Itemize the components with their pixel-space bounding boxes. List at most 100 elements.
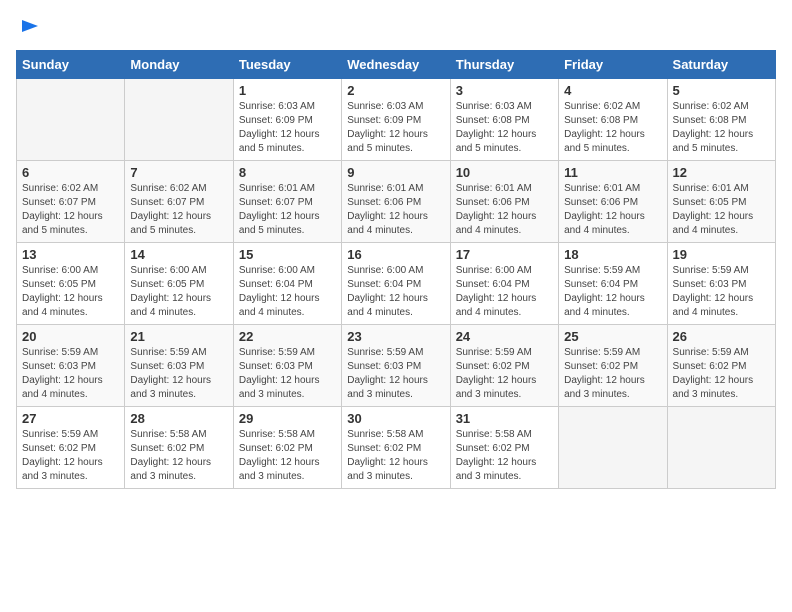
calendar-cell: 28 Sunrise: 5:58 AM Sunset: 6:02 PM Dayli… (125, 407, 233, 489)
day-info: Sunrise: 6:01 AM Sunset: 6:05 PM Dayligh… (673, 182, 770, 238)
calendar-cell: 4 Sunrise: 6:02 AM Sunset: 6:08 PM Daylig… (559, 79, 667, 161)
day-info: Sunrise: 6:00 AM Sunset: 6:05 PM Dayligh… (22, 264, 119, 320)
calendar-cell: 12 Sunrise: 6:01 AM Sunset: 6:05 PM Dayli… (667, 161, 775, 243)
day-number: 16 (347, 247, 444, 262)
day-number: 3 (456, 83, 553, 98)
day-info: Sunrise: 5:59 AM Sunset: 6:03 PM Dayligh… (347, 346, 444, 402)
day-info: Sunrise: 6:01 AM Sunset: 6:06 PM Dayligh… (347, 182, 444, 238)
day-number: 21 (130, 329, 227, 344)
day-number: 14 (130, 247, 227, 262)
day-number: 28 (130, 411, 227, 426)
calendar-cell: 9 Sunrise: 6:01 AM Sunset: 6:06 PM Daylig… (342, 161, 450, 243)
day-info: Sunrise: 5:58 AM Sunset: 6:02 PM Dayligh… (456, 428, 553, 484)
day-info: Sunrise: 6:03 AM Sunset: 6:08 PM Dayligh… (456, 100, 553, 156)
calendar-cell: 13 Sunrise: 6:00 AM Sunset: 6:05 PM Dayli… (17, 243, 125, 325)
calendar-cell: 1 Sunrise: 6:03 AM Sunset: 6:09 PM Daylig… (233, 79, 341, 161)
day-number: 18 (564, 247, 661, 262)
day-info: Sunrise: 6:01 AM Sunset: 6:07 PM Dayligh… (239, 182, 336, 238)
day-number: 11 (564, 165, 661, 180)
calendar-table: SundayMondayTuesdayWednesdayThursdayFrid… (16, 50, 776, 489)
calendar-cell (125, 79, 233, 161)
calendar-cell: 8 Sunrise: 6:01 AM Sunset: 6:07 PM Daylig… (233, 161, 341, 243)
day-number: 30 (347, 411, 444, 426)
day-info: Sunrise: 6:01 AM Sunset: 6:06 PM Dayligh… (456, 182, 553, 238)
day-number: 7 (130, 165, 227, 180)
day-info: Sunrise: 6:02 AM Sunset: 6:08 PM Dayligh… (564, 100, 661, 156)
calendar-cell: 7 Sunrise: 6:02 AM Sunset: 6:07 PM Daylig… (125, 161, 233, 243)
day-number: 25 (564, 329, 661, 344)
calendar-cell: 24Sunrise: 5:59 AM Sunset: 6:02 PM Dayli… (450, 325, 558, 407)
day-number: 31 (456, 411, 553, 426)
day-info: Sunrise: 6:02 AM Sunset: 6:07 PM Dayligh… (22, 182, 119, 238)
day-info: Sunrise: 6:03 AM Sunset: 6:09 PM Dayligh… (239, 100, 336, 156)
day-info: Sunrise: 5:59 AM Sunset: 6:03 PM Dayligh… (239, 346, 336, 402)
day-number: 20 (22, 329, 119, 344)
calendar-cell: 22Sunrise: 5:59 AM Sunset: 6:03 PM Dayli… (233, 325, 341, 407)
day-number: 19 (673, 247, 770, 262)
header (16, 16, 776, 38)
calendar-cell: 16 Sunrise: 6:00 AM Sunset: 6:04 PM Dayli… (342, 243, 450, 325)
day-number: 9 (347, 165, 444, 180)
day-number: 26 (673, 329, 770, 344)
day-info: Sunrise: 6:00 AM Sunset: 6:04 PM Dayligh… (347, 264, 444, 320)
day-number: 1 (239, 83, 336, 98)
day-info: Sunrise: 5:59 AM Sunset: 6:02 PM Dayligh… (564, 346, 661, 402)
day-info: Sunrise: 6:02 AM Sunset: 6:07 PM Dayligh… (130, 182, 227, 238)
calendar-cell: 11 Sunrise: 6:01 AM Sunset: 6:06 PM Dayli… (559, 161, 667, 243)
day-info: Sunrise: 5:58 AM Sunset: 6:02 PM Dayligh… (347, 428, 444, 484)
logo-flag-icon (18, 16, 40, 38)
day-number: 4 (564, 83, 661, 98)
calendar-cell: 31 Sunrise: 5:58 AM Sunset: 6:02 PM Dayli… (450, 407, 558, 489)
calendar-cell (667, 407, 775, 489)
calendar-cell: 25 Sunrise: 5:59 AM Sunset: 6:02 PM Dayli… (559, 325, 667, 407)
calendar-cell (559, 407, 667, 489)
calendar-cell: 15Sunrise: 6:00 AM Sunset: 6:04 PM Dayli… (233, 243, 341, 325)
calendar-cell: 21 Sunrise: 5:59 AM Sunset: 6:03 PM Dayli… (125, 325, 233, 407)
weekday-header: Wednesday (342, 51, 450, 79)
day-info: Sunrise: 6:03 AM Sunset: 6:09 PM Dayligh… (347, 100, 444, 156)
day-info: Sunrise: 5:58 AM Sunset: 6:02 PM Dayligh… (239, 428, 336, 484)
day-number: 23 (347, 329, 444, 344)
calendar-cell: 10Sunrise: 6:01 AM Sunset: 6:06 PM Dayli… (450, 161, 558, 243)
calendar-cell: 2 Sunrise: 6:03 AM Sunset: 6:09 PM Daylig… (342, 79, 450, 161)
weekday-header: Thursday (450, 51, 558, 79)
day-info: Sunrise: 6:00 AM Sunset: 6:04 PM Dayligh… (239, 264, 336, 320)
day-info: Sunrise: 6:00 AM Sunset: 6:04 PM Dayligh… (456, 264, 553, 320)
calendar-cell: 18 Sunrise: 5:59 AM Sunset: 6:04 PM Dayli… (559, 243, 667, 325)
calendar-cell (17, 79, 125, 161)
day-number: 8 (239, 165, 336, 180)
day-info: Sunrise: 6:01 AM Sunset: 6:06 PM Dayligh… (564, 182, 661, 238)
day-number: 2 (347, 83, 444, 98)
calendar-cell: 6 Sunrise: 6:02 AM Sunset: 6:07 PM Daylig… (17, 161, 125, 243)
calendar-cell: 23 Sunrise: 5:59 AM Sunset: 6:03 PM Dayli… (342, 325, 450, 407)
day-info: Sunrise: 5:59 AM Sunset: 6:02 PM Dayligh… (673, 346, 770, 402)
day-number: 27 (22, 411, 119, 426)
day-info: Sunrise: 5:59 AM Sunset: 6:03 PM Dayligh… (673, 264, 770, 320)
day-number: 13 (22, 247, 119, 262)
calendar-cell: 14 Sunrise: 6:00 AM Sunset: 6:05 PM Dayli… (125, 243, 233, 325)
day-info: Sunrise: 5:58 AM Sunset: 6:02 PM Dayligh… (130, 428, 227, 484)
calendar-cell: 17 Sunrise: 6:00 AM Sunset: 6:04 PM Dayli… (450, 243, 558, 325)
calendar-cell: 26 Sunrise: 5:59 AM Sunset: 6:02 PM Dayli… (667, 325, 775, 407)
day-info: Sunrise: 5:59 AM Sunset: 6:03 PM Dayligh… (130, 346, 227, 402)
day-number: 6 (22, 165, 119, 180)
calendar-cell: 20 Sunrise: 5:59 AM Sunset: 6:03 PM Dayli… (17, 325, 125, 407)
day-number: 17 (456, 247, 553, 262)
day-info: Sunrise: 6:00 AM Sunset: 6:05 PM Dayligh… (130, 264, 227, 320)
weekday-header: Sunday (17, 51, 125, 79)
calendar-cell: 5Sunrise: 6:02 AM Sunset: 6:08 PM Daylig… (667, 79, 775, 161)
calendar-cell: 29 Sunrise: 5:58 AM Sunset: 6:02 PM Dayli… (233, 407, 341, 489)
day-info: Sunrise: 6:02 AM Sunset: 6:08 PM Dayligh… (673, 100, 770, 156)
calendar-cell: 3 Sunrise: 6:03 AM Sunset: 6:08 PM Daylig… (450, 79, 558, 161)
day-info: Sunrise: 5:59 AM Sunset: 6:02 PM Dayligh… (22, 428, 119, 484)
weekday-header: Tuesday (233, 51, 341, 79)
day-number: 29 (239, 411, 336, 426)
weekday-header: Monday (125, 51, 233, 79)
calendar-cell: 27 Sunrise: 5:59 AM Sunset: 6:02 PM Dayli… (17, 407, 125, 489)
day-info: Sunrise: 5:59 AM Sunset: 6:03 PM Dayligh… (22, 346, 119, 402)
calendar-cell: 19 Sunrise: 5:59 AM Sunset: 6:03 PM Dayli… (667, 243, 775, 325)
calendar-cell: 30 Sunrise: 5:58 AM Sunset: 6:02 PM Dayli… (342, 407, 450, 489)
day-number: 12 (673, 165, 770, 180)
weekday-header: Friday (559, 51, 667, 79)
day-info: Sunrise: 5:59 AM Sunset: 6:04 PM Dayligh… (564, 264, 661, 320)
